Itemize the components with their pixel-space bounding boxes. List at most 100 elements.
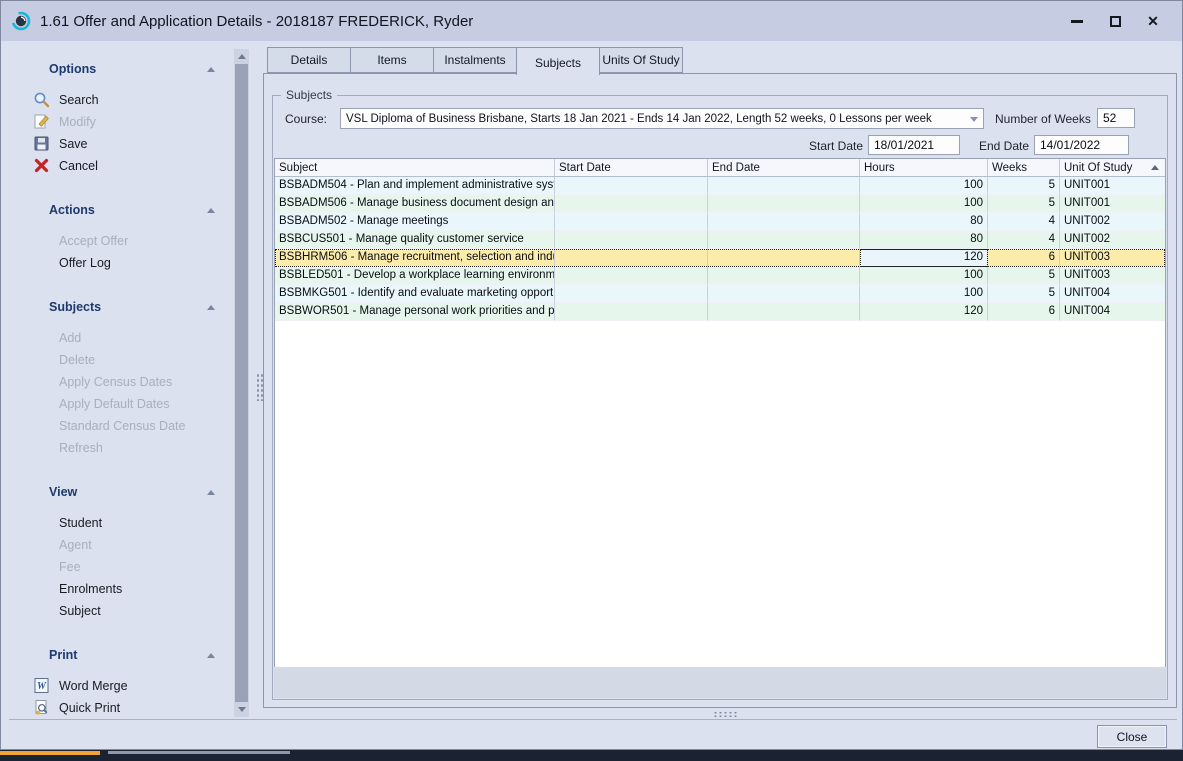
section-header-view[interactable]: View (9, 482, 231, 502)
scroll-up-icon[interactable] (234, 49, 249, 64)
table-cell[interactable]: 6 (988, 249, 1060, 267)
table-row[interactable]: BSBMKG501 - Identify and evaluate market… (275, 285, 1165, 303)
table-row[interactable]: BSBWOR501 - Manage personal work priorit… (275, 303, 1165, 321)
sidebar-item-offer-log[interactable]: Offer Log (9, 252, 231, 274)
number-of-weeks-field[interactable] (1097, 108, 1135, 128)
table-cell[interactable]: 120 (860, 303, 988, 321)
horizontal-splitter[interactable] (9, 708, 1177, 720)
table-cell[interactable] (555, 231, 708, 249)
table-cell[interactable] (708, 231, 860, 249)
column-header-unit-of-study[interactable]: Unit Of Study (1060, 159, 1165, 177)
column-header-subject[interactable]: Subject (275, 159, 555, 177)
table-cell[interactable] (555, 213, 708, 231)
table-cell[interactable]: 100 (860, 267, 988, 285)
table-cell[interactable]: 5 (988, 195, 1060, 213)
table-cell[interactable]: 5 (988, 267, 1060, 285)
sidebar-scrollbar[interactable] (234, 49, 249, 717)
table-cell[interactable] (708, 267, 860, 285)
taskbar-active-item[interactable] (0, 751, 100, 755)
table-row[interactable]: BSBLED501 - Develop a workplace learning… (275, 267, 1165, 285)
table-cell[interactable]: 5 (988, 177, 1060, 195)
end-date-field[interactable] (1034, 135, 1129, 155)
tab-items[interactable]: Items (350, 47, 434, 73)
table-cell[interactable]: 100 (860, 195, 988, 213)
table-cell[interactable]: UNIT003 (1060, 267, 1165, 285)
table-cell[interactable] (708, 177, 860, 195)
tab-details[interactable]: Details (267, 47, 351, 73)
table-cell[interactable] (555, 249, 708, 267)
table-cell[interactable]: 80 (860, 231, 988, 249)
sidebar-item-search[interactable]: Search (9, 89, 231, 111)
table-cell[interactable]: BSBWOR501 - Manage personal work priorit… (275, 303, 555, 321)
table-cell[interactable]: 100 (860, 285, 988, 303)
section-header-subjects[interactable]: Subjects (9, 297, 231, 317)
maximize-button[interactable] (1096, 7, 1134, 35)
table-cell[interactable]: 100 (860, 177, 988, 195)
sidebar-item-word-merge[interactable]: WWord Merge (9, 675, 231, 697)
table-cell[interactable] (708, 303, 860, 321)
table-cell[interactable]: BSBADM504 - Plan and implement administr… (275, 177, 555, 195)
column-header-weeks[interactable]: Weeks (988, 159, 1060, 177)
taskbar-item[interactable] (108, 751, 290, 754)
table-cell[interactable] (708, 213, 860, 231)
table-cell[interactable]: 6 (988, 303, 1060, 321)
table-cell[interactable]: 5 (988, 285, 1060, 303)
section-header-actions[interactable]: Actions (9, 200, 231, 220)
sidebar-item-label: Apply Default Dates (59, 397, 169, 411)
table-row[interactable]: BSBADM502 - Manage meetings 804UNIT002 (275, 213, 1165, 231)
collapse-arrow-icon (207, 490, 215, 495)
table-cell[interactable] (708, 285, 860, 303)
column-header-hours[interactable]: Hours (860, 159, 988, 177)
start-date-field[interactable] (868, 135, 960, 155)
section-header-print[interactable]: Print (9, 645, 231, 665)
table-cell[interactable]: UNIT004 (1060, 285, 1165, 303)
table-cell[interactable]: BSBADM502 - Manage meetings (275, 213, 555, 231)
table-row[interactable]: BSBCUS501 - Manage quality customer serv… (275, 231, 1165, 249)
table-cell[interactable] (555, 195, 708, 213)
column-header-start-date[interactable]: Start Date (555, 159, 708, 177)
tab-units-of-study[interactable]: Units Of Study (599, 47, 683, 73)
table-cell[interactable]: UNIT001 (1060, 177, 1165, 195)
tab-instalments[interactable]: Instalments (433, 47, 517, 73)
tab-subjects[interactable]: Subjects (516, 47, 600, 75)
splitter-grip-icon (713, 711, 737, 718)
minimize-button[interactable] (1058, 7, 1096, 35)
table-cell[interactable] (555, 285, 708, 303)
table-cell[interactable]: UNIT002 (1060, 231, 1165, 249)
table-cell[interactable] (555, 267, 708, 285)
table-cell[interactable]: UNIT002 (1060, 213, 1165, 231)
table-cell[interactable]: 4 (988, 213, 1060, 231)
section-header-options[interactable]: Options (9, 59, 231, 79)
table-cell[interactable] (708, 249, 860, 267)
table-cell[interactable] (555, 177, 708, 195)
table-row[interactable]: BSBADM504 - Plan and implement administr… (275, 177, 1165, 195)
sidebar-item-enrolments[interactable]: Enrolments (9, 578, 231, 600)
table-cell[interactable]: UNIT003 (1060, 249, 1165, 267)
table-cell[interactable]: BSBMKG501 - Identify and evaluate market… (275, 285, 555, 303)
sidebar-section-view: ViewStudentAgentFeeEnrolmentsSubject (9, 482, 231, 622)
table-cell[interactable]: UNIT004 (1060, 303, 1165, 321)
table-cell[interactable]: 80 (860, 213, 988, 231)
table-cell[interactable] (555, 303, 708, 321)
sidebar-item-label: Agent (59, 538, 92, 552)
table-cell[interactable]: BSBCUS501 - Manage quality customer serv… (275, 231, 555, 249)
sidebar-item-save[interactable]: Save (9, 133, 231, 155)
table-cell[interactable]: BSBHRM506 - Manage recruitment, selectio… (275, 249, 555, 267)
close-button[interactable]: Close (1097, 725, 1167, 748)
table-cell[interactable] (708, 195, 860, 213)
scrollbar-thumb[interactable] (235, 64, 248, 702)
course-combobox[interactable]: VSL Diploma of Business Brisbane, Starts… (340, 108, 984, 129)
table-cell[interactable]: BSBADM506 - Manage business document des… (275, 195, 555, 213)
table-cell[interactable]: 4 (988, 231, 1060, 249)
sidebar-item-cancel[interactable]: Cancel (9, 155, 231, 177)
collapse-arrow-icon (207, 653, 215, 658)
sidebar-item-subject[interactable]: Subject (9, 600, 231, 622)
table-cell[interactable]: BSBLED501 - Develop a workplace learning… (275, 267, 555, 285)
close-window-button[interactable]: ✕ (1134, 7, 1172, 35)
table-row[interactable]: BSBADM506 - Manage business document des… (275, 195, 1165, 213)
table-cell[interactable]: 120 (860, 249, 988, 267)
table-cell[interactable]: UNIT001 (1060, 195, 1165, 213)
table-row[interactable]: BSBHRM506 - Manage recruitment, selectio… (275, 249, 1165, 267)
sidebar-item-student[interactable]: Student (9, 512, 231, 534)
column-header-end-date[interactable]: End Date (708, 159, 860, 177)
